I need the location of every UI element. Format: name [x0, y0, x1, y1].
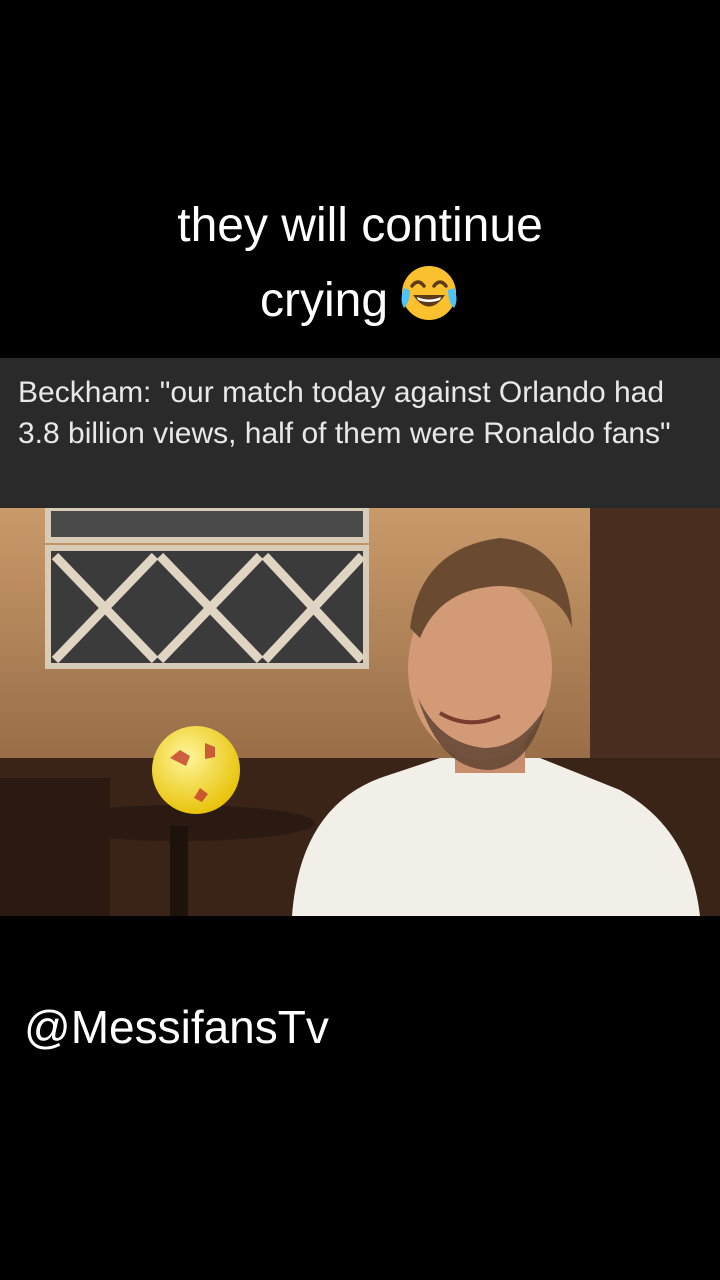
- ball-icon: [152, 726, 240, 814]
- watermark-handle: @MessifansTv: [24, 1001, 329, 1053]
- interview-photo: [0, 508, 720, 916]
- tears-of-joy-emoji-icon: [398, 262, 460, 345]
- quote-banner: Beckham: "our match today against Orland…: [0, 358, 720, 508]
- caption-line-2-wrap: crying: [0, 262, 720, 345]
- caption-line-2: crying: [259, 274, 389, 328]
- beckham-quote: Beckham: "our match today against Orland…: [18, 376, 671, 450]
- wall-panel: [45, 508, 369, 669]
- meme-caption: they will continue crying: [0, 190, 720, 345]
- photo-illustration: [0, 508, 720, 916]
- caption-line-1: they will continue: [177, 199, 543, 252]
